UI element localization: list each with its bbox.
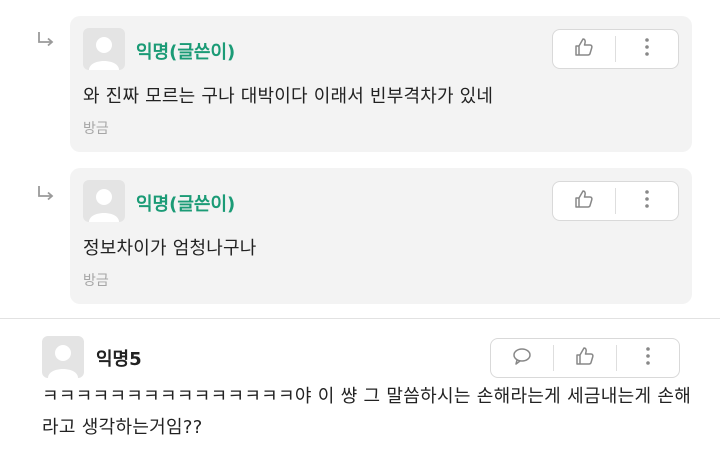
reply-card: 익명(글쓴이) 와 진짜 모르는 구나 대박이다 이래서 빈부격차가 있네 방금: [70, 16, 692, 152]
comment-bubble-icon: [511, 346, 533, 370]
more-options-button[interactable]: [616, 30, 678, 68]
thumbs-up-icon: [573, 36, 595, 62]
reply-arrow-icon: [36, 30, 56, 50]
section-divider: [0, 318, 720, 319]
comment-text: ㅋㅋㅋㅋㅋㅋㅋㅋㅋㅋㅋㅋㅋㅋㅋ야 이 썅 그 말씀하시는 손해라는게 세금내는게…: [42, 386, 692, 438]
reply-button[interactable]: [491, 339, 553, 377]
more-options-button[interactable]: [617, 339, 679, 377]
timestamp: 방금: [83, 121, 109, 137]
avatar: [83, 28, 125, 70]
like-button[interactable]: [553, 182, 615, 220]
author-name: 익명(글쓴이): [136, 42, 236, 63]
more-options-button[interactable]: [616, 182, 678, 220]
thumbs-up-icon: [574, 345, 596, 371]
more-vertical-icon: [644, 37, 650, 61]
avatar: [42, 336, 84, 378]
reply-arrow-icon: [36, 184, 56, 204]
author-name: 익명5: [96, 349, 142, 370]
comment-actions: [490, 338, 680, 378]
more-vertical-icon: [644, 189, 650, 213]
reply-actions: [552, 29, 679, 69]
reply-actions: [552, 181, 679, 221]
author-name: 익명(글쓴이): [136, 194, 236, 215]
thumbs-up-icon: [573, 188, 595, 214]
like-button[interactable]: [554, 339, 616, 377]
like-button[interactable]: [553, 30, 615, 68]
timestamp: 방금: [83, 273, 109, 289]
more-vertical-icon: [645, 346, 651, 370]
reply-text: 와 진짜 모르는 구나 대박이다 이래서 빈부격차가 있네: [83, 86, 494, 107]
avatar: [83, 180, 125, 222]
reply-card: 익명(글쓴이) 정보차이가 엄청나구나 방금: [70, 168, 692, 304]
reply-text: 정보차이가 엄청나구나: [83, 238, 257, 259]
